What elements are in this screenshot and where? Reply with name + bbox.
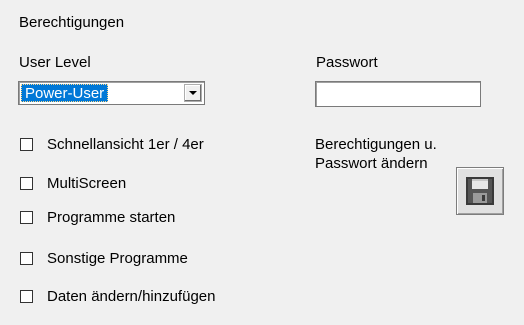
checkbox[interactable] <box>20 137 33 151</box>
group-title: Berechtigungen <box>19 14 125 31</box>
checkbox-label: Schnellansicht 1er / 4er <box>47 135 204 153</box>
password-field[interactable] <box>315 81 481 107</box>
checkbox[interactable] <box>20 210 33 224</box>
permission-multiscreen[interactable]: MultiScreen <box>20 174 126 192</box>
permission-sonstige-programme[interactable]: Sonstige Programme <box>20 249 188 267</box>
user-level-selected-value: Power-User <box>21 84 109 102</box>
checkbox[interactable] <box>20 251 33 265</box>
permission-daten-aendern[interactable]: Daten ändern/hinzufügen <box>20 287 215 305</box>
permissions-panel: Berechtigungen User Level Power-User Pas… <box>0 0 524 325</box>
checkbox-label: Sonstige Programme <box>47 249 188 267</box>
floppy-disk-icon <box>466 177 494 205</box>
user-level-label: User Level <box>19 54 91 71</box>
save-label-line1: Berechtigungen u. <box>315 136 437 153</box>
checkbox-label: Programme starten <box>47 208 176 226</box>
chevron-down-icon[interactable] <box>184 84 202 102</box>
password-label: Passwort <box>316 54 378 71</box>
checkbox[interactable] <box>20 176 33 190</box>
permission-programme-starten[interactable]: Programme starten <box>20 208 175 226</box>
checkbox-label: Daten ändern/hinzufügen <box>47 287 216 305</box>
save-button[interactable] <box>456 167 504 215</box>
checkbox-label: MultiScreen <box>47 174 127 192</box>
permission-schnellansicht[interactable]: Schnellansicht 1er / 4er <box>20 135 204 153</box>
checkbox[interactable] <box>20 289 33 303</box>
user-level-select[interactable]: Power-User <box>18 81 205 105</box>
